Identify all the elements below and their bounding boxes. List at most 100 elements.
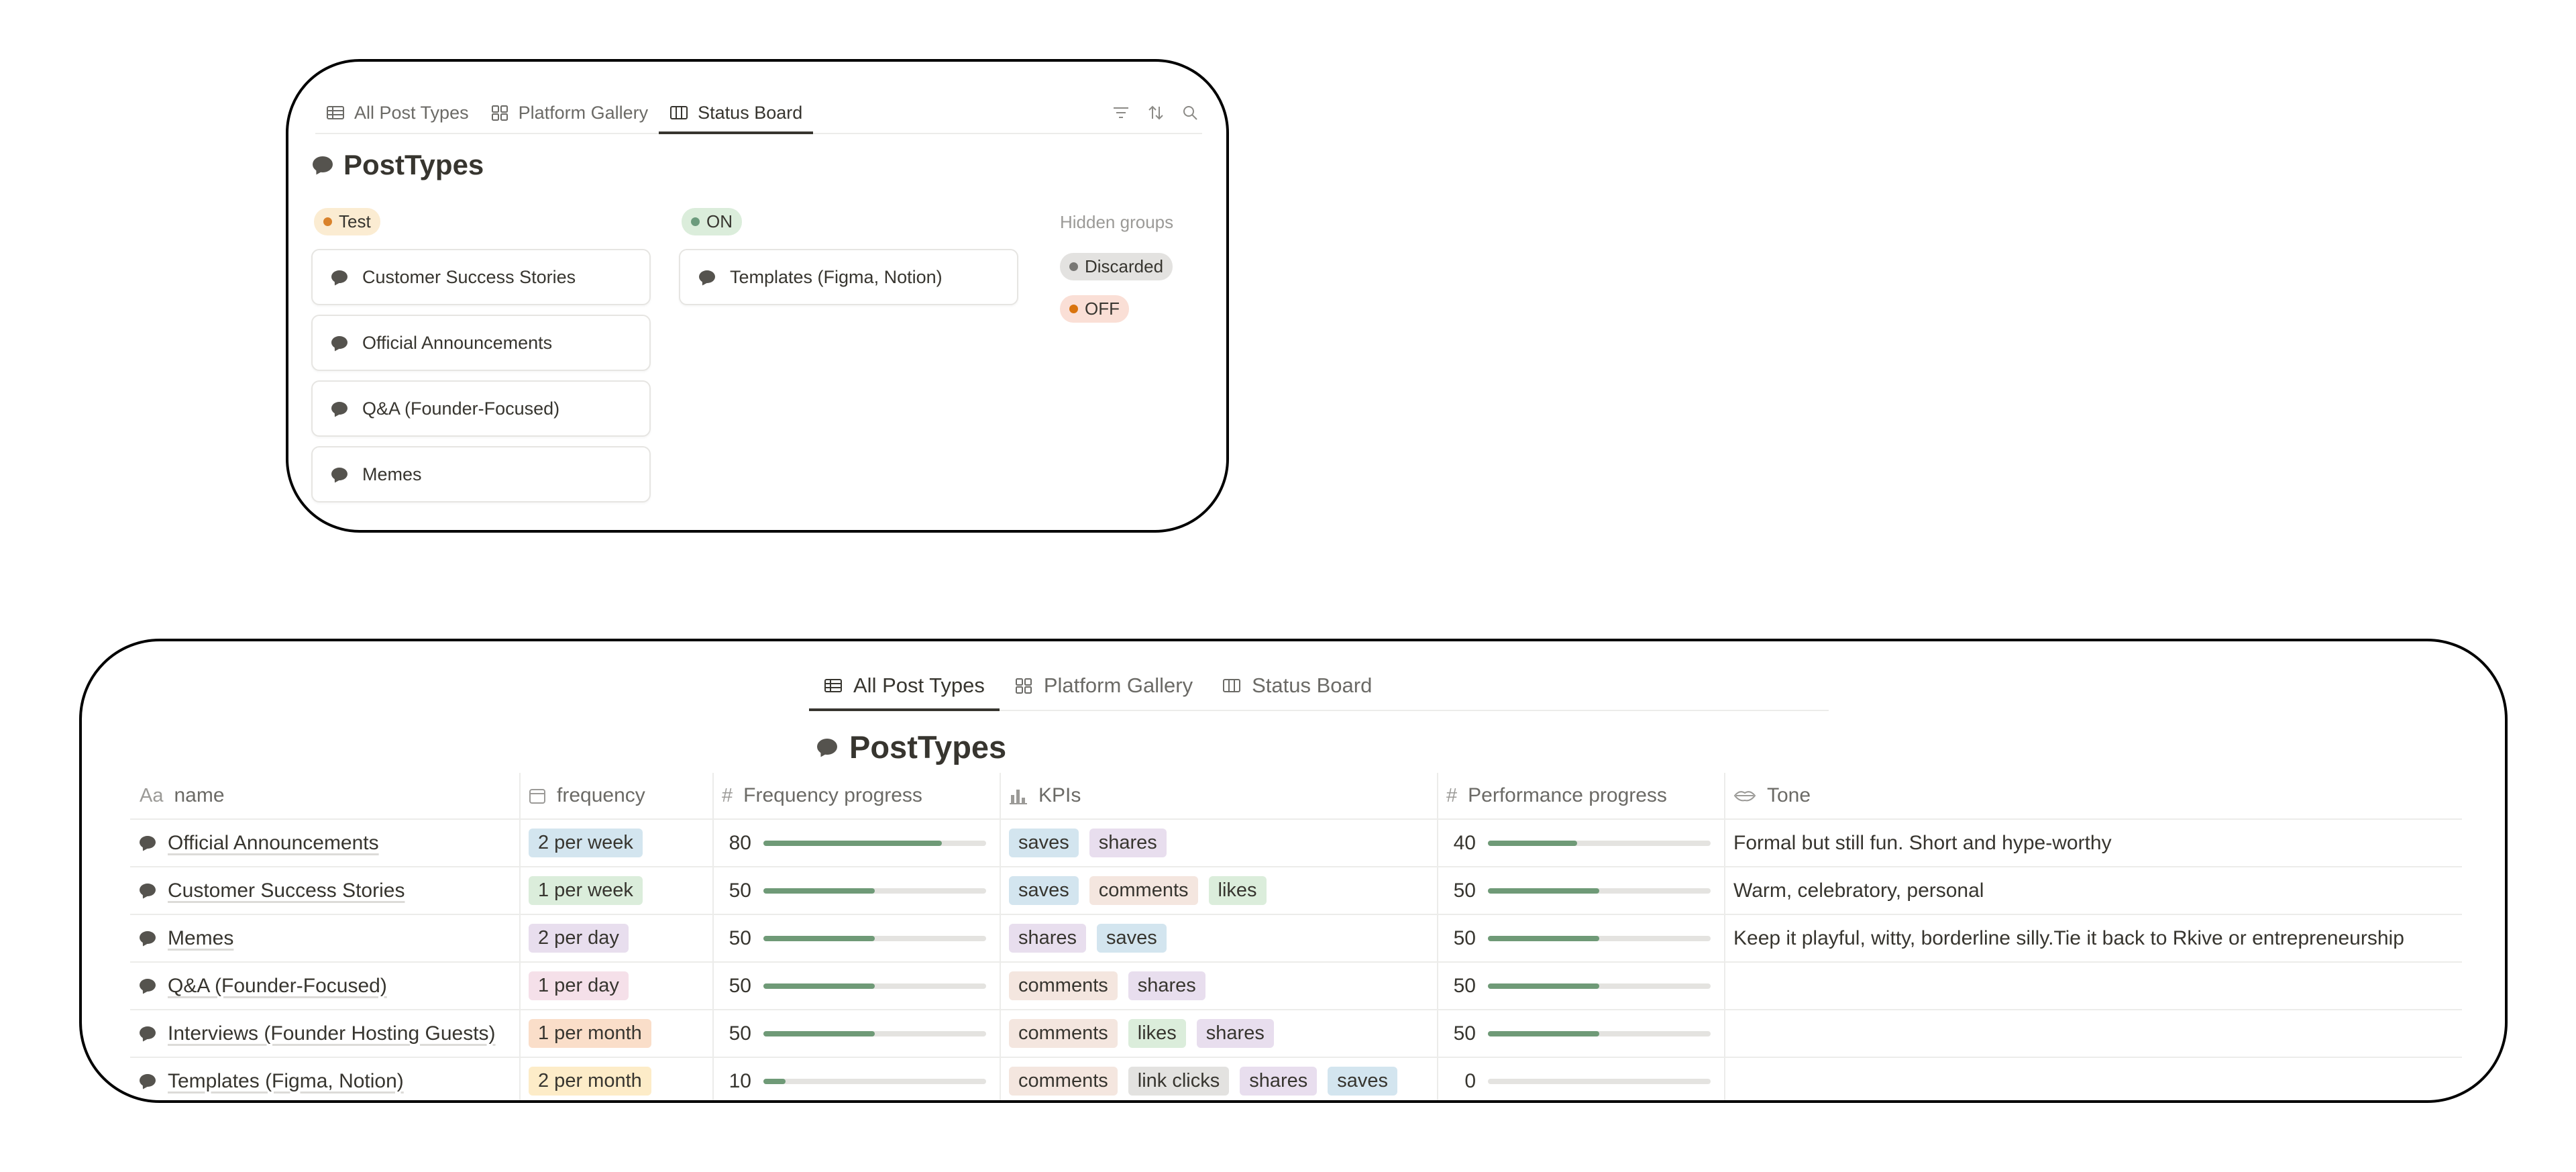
- cell-kpis[interactable]: comments likes shares: [1001, 1010, 1438, 1057]
- cell-kpis[interactable]: comments link clicks shares saves: [1001, 1058, 1438, 1100]
- cell-frequency-progress[interactable]: 50: [714, 963, 1001, 1009]
- cell-frequency[interactable]: 1 per day: [521, 963, 714, 1009]
- row-title[interactable]: Q&A (Founder-Focused): [168, 975, 387, 998]
- cell-performance-progress[interactable]: 50: [1438, 963, 1725, 1009]
- cell-tone[interactable]: Keep it playful, witty, borderline silly…: [1725, 915, 2462, 961]
- text-property-icon: Aa: [140, 784, 164, 806]
- hidden-groups: Hidden groups Discarded OFF: [1057, 208, 1218, 323]
- board-column-on: ON Templates (Figma, Notion): [679, 208, 1018, 305]
- cell-performance-progress[interactable]: 50: [1438, 915, 1725, 961]
- board-card-title: Official Announcements: [362, 332, 553, 353]
- cell-frequency-progress[interactable]: 50: [714, 867, 1001, 914]
- table-row[interactable]: Customer Success Stories 1 per week 50 save…: [130, 867, 2462, 915]
- table-row[interactable]: Official Announcements 2 per week 80 saves s…: [130, 820, 2462, 867]
- board-card[interactable]: Q&A (Founder-Focused): [311, 380, 651, 437]
- board-card[interactable]: Templates (Figma, Notion): [679, 249, 1018, 305]
- board-card[interactable]: Customer Success Stories: [311, 249, 651, 305]
- cell-name[interactable]: Q&A (Founder-Focused): [130, 963, 521, 1009]
- board-card[interactable]: Official Announcements: [311, 315, 651, 371]
- cell-tone[interactable]: [1725, 963, 2462, 1009]
- progress-value: 50: [729, 926, 751, 949]
- progress-fill: [1488, 983, 1599, 989]
- cell-tone[interactable]: Warm, celebratory, personal: [1725, 867, 2462, 914]
- status-badge-on[interactable]: ON: [682, 208, 742, 235]
- cell-name[interactable]: Interviews (Founder Hosting Guests): [130, 1010, 521, 1057]
- status-badge-test[interactable]: Test: [314, 208, 380, 235]
- cell-performance-progress[interactable]: 0: [1438, 1058, 1725, 1100]
- row-title[interactable]: Memes: [168, 927, 233, 950]
- kpi-tag: shares: [1196, 1019, 1274, 1048]
- cell-frequency-progress[interactable]: 10: [714, 1058, 1001, 1100]
- cell-tone[interactable]: [1725, 1010, 2462, 1057]
- table-row[interactable]: Interviews (Founder Hosting Guests) 1 per…: [130, 1010, 2462, 1058]
- progress-value: 50: [729, 974, 751, 997]
- progress-value: 50: [729, 1022, 751, 1045]
- progress-bar: [763, 935, 986, 941]
- table-row[interactable]: Templates (Figma, Notion) 2 per month 10 co…: [130, 1058, 2462, 1100]
- board-card[interactable]: Memes: [311, 446, 651, 502]
- kpi-tag: saves: [1009, 876, 1079, 905]
- filter-icon[interactable]: [1112, 105, 1130, 120]
- cell-frequency[interactable]: 2 per month: [521, 1058, 714, 1100]
- status-badge-off[interactable]: OFF: [1060, 295, 1129, 323]
- column-header-name[interactable]: Aa name: [130, 773, 521, 818]
- cell-name[interactable]: Customer Success Stories: [130, 867, 521, 914]
- kpi-tag: shares: [1240, 1067, 1318, 1096]
- progress-value: 50: [729, 879, 751, 902]
- sort-icon[interactable]: [1147, 105, 1165, 121]
- search-icon[interactable]: [1182, 105, 1198, 121]
- page-title: PostTypes: [313, 149, 484, 181]
- tab-all-post-types[interactable]: All Post Types: [315, 93, 480, 133]
- cell-kpis[interactable]: comments shares: [1001, 963, 1438, 1009]
- status-label: ON: [706, 211, 733, 231]
- cell-performance-progress[interactable]: 50: [1438, 1010, 1725, 1057]
- cell-name[interactable]: Templates (Figma, Notion): [130, 1058, 521, 1100]
- cell-frequency[interactable]: 2 per week: [521, 820, 714, 866]
- column-label: KPIs: [1038, 784, 1081, 806]
- kpi-tag: shares: [1089, 829, 1167, 857]
- cell-performance-progress[interactable]: 40: [1438, 820, 1725, 866]
- column-header-kpis[interactable]: KPIs: [1001, 773, 1438, 818]
- table-icon: [824, 679, 842, 692]
- kpi-tag: comments: [1009, 971, 1118, 1000]
- cell-frequency[interactable]: 1 per week: [521, 867, 714, 914]
- cell-kpis[interactable]: shares saves: [1001, 915, 1438, 961]
- status-badge-discarded[interactable]: Discarded: [1060, 253, 1173, 280]
- cell-tone[interactable]: [1725, 1058, 2462, 1100]
- column-header-frequency-progress[interactable]: # Frequency progress: [714, 773, 1001, 818]
- cell-frequency-progress[interactable]: 50: [714, 1010, 1001, 1057]
- frequency-tag: 1 per day: [529, 971, 629, 1000]
- cell-performance-progress[interactable]: 50: [1438, 867, 1725, 914]
- cell-frequency-progress[interactable]: 50: [714, 915, 1001, 961]
- row-title[interactable]: Customer Success Stories: [168, 880, 405, 902]
- tab-status-board[interactable]: Status Board: [659, 93, 814, 134]
- cell-name[interactable]: Official Announcements: [130, 820, 521, 866]
- cell-tone[interactable]: Formal but still fun. Short and hype-wor…: [1725, 820, 2462, 866]
- tab-status-board[interactable]: Status Board: [1208, 661, 1387, 710]
- tab-all-post-types[interactable]: All Post Types: [809, 661, 1000, 711]
- tab-platform-gallery[interactable]: Platform Gallery: [1000, 661, 1208, 710]
- cell-frequency[interactable]: 1 per month: [521, 1010, 714, 1057]
- column-header-performance-progress[interactable]: # Performance progress: [1438, 773, 1725, 818]
- column-header-frequency[interactable]: frequency: [521, 773, 714, 818]
- frequency-tag: 2 per day: [529, 924, 629, 953]
- tab-label: All Post Types: [853, 674, 985, 697]
- column-label: name: [174, 784, 225, 806]
- table-row[interactable]: Q&A (Founder-Focused) 1 per day 50 comments…: [130, 963, 2462, 1010]
- row-title[interactable]: Official Announcements: [168, 832, 379, 855]
- table-row[interactable]: Memes 2 per day 50 shares saves 50 Keep it pla…: [130, 915, 2462, 963]
- status-dot: [1069, 262, 1078, 271]
- cell-kpis[interactable]: saves shares: [1001, 820, 1438, 866]
- row-title[interactable]: Interviews (Founder Hosting Guests): [168, 1022, 496, 1045]
- column-header-tone[interactable]: Tone: [1725, 773, 2462, 818]
- cell-frequency-progress[interactable]: 80: [714, 820, 1001, 866]
- cell-kpis[interactable]: saves comments likes: [1001, 867, 1438, 914]
- progress-bar: [1488, 888, 1711, 894]
- tab-platform-gallery[interactable]: Platform Gallery: [480, 93, 659, 133]
- speech-bubble-icon: [331, 401, 347, 416]
- cell-frequency[interactable]: 2 per day: [521, 915, 714, 961]
- row-title[interactable]: Templates (Figma, Notion): [168, 1070, 404, 1093]
- cell-name[interactable]: Memes: [130, 915, 521, 961]
- board-card-title: Customer Success Stories: [362, 266, 576, 287]
- column-label: Performance progress: [1468, 784, 1667, 806]
